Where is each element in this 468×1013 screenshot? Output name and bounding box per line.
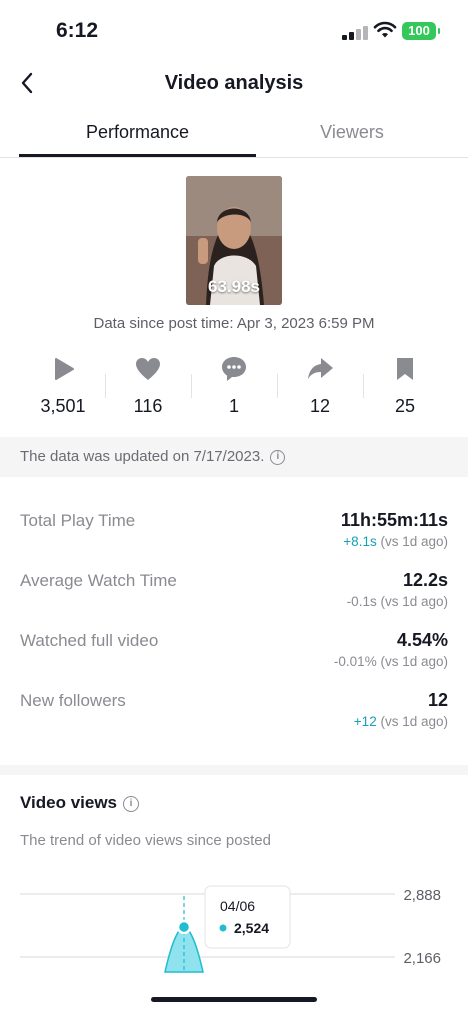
battery-icon: 100 xyxy=(402,22,440,40)
info-icon[interactable]: i xyxy=(123,795,140,812)
header: Video analysis xyxy=(0,60,468,106)
signal-icon xyxy=(342,26,368,40)
video-views-section: Video views i xyxy=(20,793,140,813)
share-icon xyxy=(308,358,333,379)
chart-tooltip: 04/06 2,524 xyxy=(204,885,291,949)
chart-svg: 2,888 2,166 04/06 2,524 xyxy=(20,885,441,973)
section-title: Video views xyxy=(20,793,118,812)
metric-value: 4.54% xyxy=(396,630,448,650)
update-banner: The data was updated on 7/17/2023. i xyxy=(0,437,468,477)
tab-performance[interactable]: Performance xyxy=(20,122,255,143)
change-suffix: (vs 1d ago) xyxy=(376,594,448,609)
metric-value: 12.2s xyxy=(402,570,448,590)
y-tick-label: 2,888 xyxy=(403,887,441,904)
change-amount: -0.1s xyxy=(346,594,377,609)
wifi-icon xyxy=(373,21,397,38)
metric-label: Total Play Time xyxy=(20,511,136,530)
home-indicator[interactable] xyxy=(151,997,317,1002)
likes-count: 116 xyxy=(133,396,163,416)
change-suffix: (vs 1d ago) xyxy=(376,714,448,729)
tooltip-date: 04/06 xyxy=(220,898,255,914)
video-duration: 63.98s xyxy=(208,277,260,296)
metric-label: New followers xyxy=(20,691,126,710)
metric-label: Average Watch Time xyxy=(20,571,177,590)
data-since-text: Data since post time: Apr 3, 2023 6:59 P… xyxy=(93,315,375,332)
metric-change: -0.01% (vs 1d ago) xyxy=(334,654,448,669)
metric-change: +8.1s (vs 1d ago) xyxy=(343,534,448,549)
stat-likes: 116 xyxy=(105,350,191,420)
change-suffix: (vs 1d ago) xyxy=(376,654,448,669)
saves-count: 25 xyxy=(394,396,416,416)
metric-watched-full-video: Watched full video 4.54% -0.01% (vs 1d a… xyxy=(20,628,448,688)
section-subtitle: The trend of video views since posted xyxy=(20,832,271,849)
tab-bar: Performance Viewers xyxy=(0,112,468,158)
change-amount: +12 xyxy=(353,714,377,729)
stat-shares: 12 xyxy=(277,350,363,420)
active-tab-indicator xyxy=(19,154,256,157)
y-tick-label: 2,166 xyxy=(403,950,441,967)
comments-count: 1 xyxy=(228,396,239,416)
play-icon xyxy=(55,358,74,380)
data-point[interactable] xyxy=(176,919,192,935)
change-suffix: (vs 1d ago) xyxy=(376,534,448,549)
stat-comments: 1 xyxy=(191,350,277,420)
update-banner-text: The data was updated on 7/17/2023. xyxy=(20,448,265,465)
stat-plays: 3,501 xyxy=(20,350,106,420)
video-views-chart[interactable]: 2,888 2,166 04/06 2,524 xyxy=(0,870,468,1000)
stat-saves: 25 xyxy=(362,350,448,420)
metric-total-play-time: Total Play Time 11h:55m:11s +8.1s (vs 1d… xyxy=(20,508,448,568)
comment-icon xyxy=(222,357,246,381)
metric-change: +12 (vs 1d ago) xyxy=(354,714,448,729)
shares-count: 12 xyxy=(309,396,331,416)
info-icon[interactable]: i xyxy=(270,449,286,465)
heart-icon xyxy=(136,358,160,380)
status-bar: 6:12 100 xyxy=(0,0,468,60)
metric-average-watch-time: Average Watch Time 12.2s -0.1s (vs 1d ag… xyxy=(20,568,448,628)
tooltip-dot xyxy=(219,924,227,932)
metric-new-followers: New followers 12 +12 (vs 1d ago) xyxy=(20,688,448,748)
metric-label: Watched full video xyxy=(20,631,159,650)
status-time: 6:12 xyxy=(56,19,99,42)
bookmark-icon xyxy=(397,358,413,380)
plays-count: 3,501 xyxy=(40,396,86,416)
metric-change: -0.1s (vs 1d ago) xyxy=(347,594,448,609)
change-amount: +8.1s xyxy=(343,534,377,549)
engagement-stats: 3,501 116 1 12 25 xyxy=(20,350,448,420)
metric-value: 12 xyxy=(427,690,448,710)
page-title: Video analysis xyxy=(164,72,304,94)
change-amount: -0.01% xyxy=(333,654,377,669)
section-divider xyxy=(0,765,468,775)
video-thumbnail[interactable]: 63.98s xyxy=(186,176,282,305)
metric-value: 11h:55m:11s xyxy=(340,510,448,530)
tab-viewers[interactable]: Viewers xyxy=(236,122,468,143)
tooltip-value: 2,524 xyxy=(234,920,269,936)
